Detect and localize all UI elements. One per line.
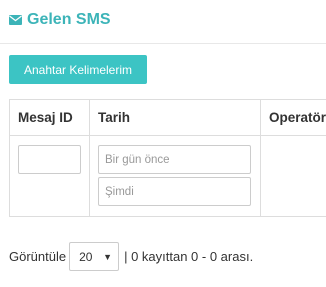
- filter-cell-message-id: [10, 136, 90, 216]
- chevron-down-icon: ▼: [103, 251, 113, 262]
- page-title: Gelen SMS: [27, 11, 111, 28]
- pagination-bar: Görüntüle 20 ▼ | 0 kayıttan 0 - 0 arası.: [9, 242, 253, 271]
- show-label: Görüntüle: [9, 249, 67, 264]
- page-size-select[interactable]: 20 ▼: [69, 242, 120, 271]
- page-size-value: 20: [79, 249, 93, 264]
- date-to-input[interactable]: [98, 177, 251, 206]
- header-divider: [0, 43, 326, 44]
- column-header-operator[interactable]: Operatör: [261, 100, 326, 136]
- record-summary: | 0 kayıttan 0 - 0 arası.: [124, 249, 254, 264]
- date-from-input[interactable]: [98, 145, 251, 174]
- sms-table: Mesaj ID Tarih Operatör: [9, 99, 326, 217]
- envelope-icon: [9, 15, 22, 25]
- column-header-message-id[interactable]: Mesaj ID: [10, 100, 90, 136]
- page-header: Gelen SMS: [9, 11, 111, 29]
- keywords-button[interactable]: Anahtar Kelimelerim: [9, 55, 147, 84]
- column-header-date[interactable]: Tarih: [90, 100, 261, 136]
- filter-cell-date: [90, 136, 261, 216]
- message-id-filter-input[interactable]: [18, 145, 81, 174]
